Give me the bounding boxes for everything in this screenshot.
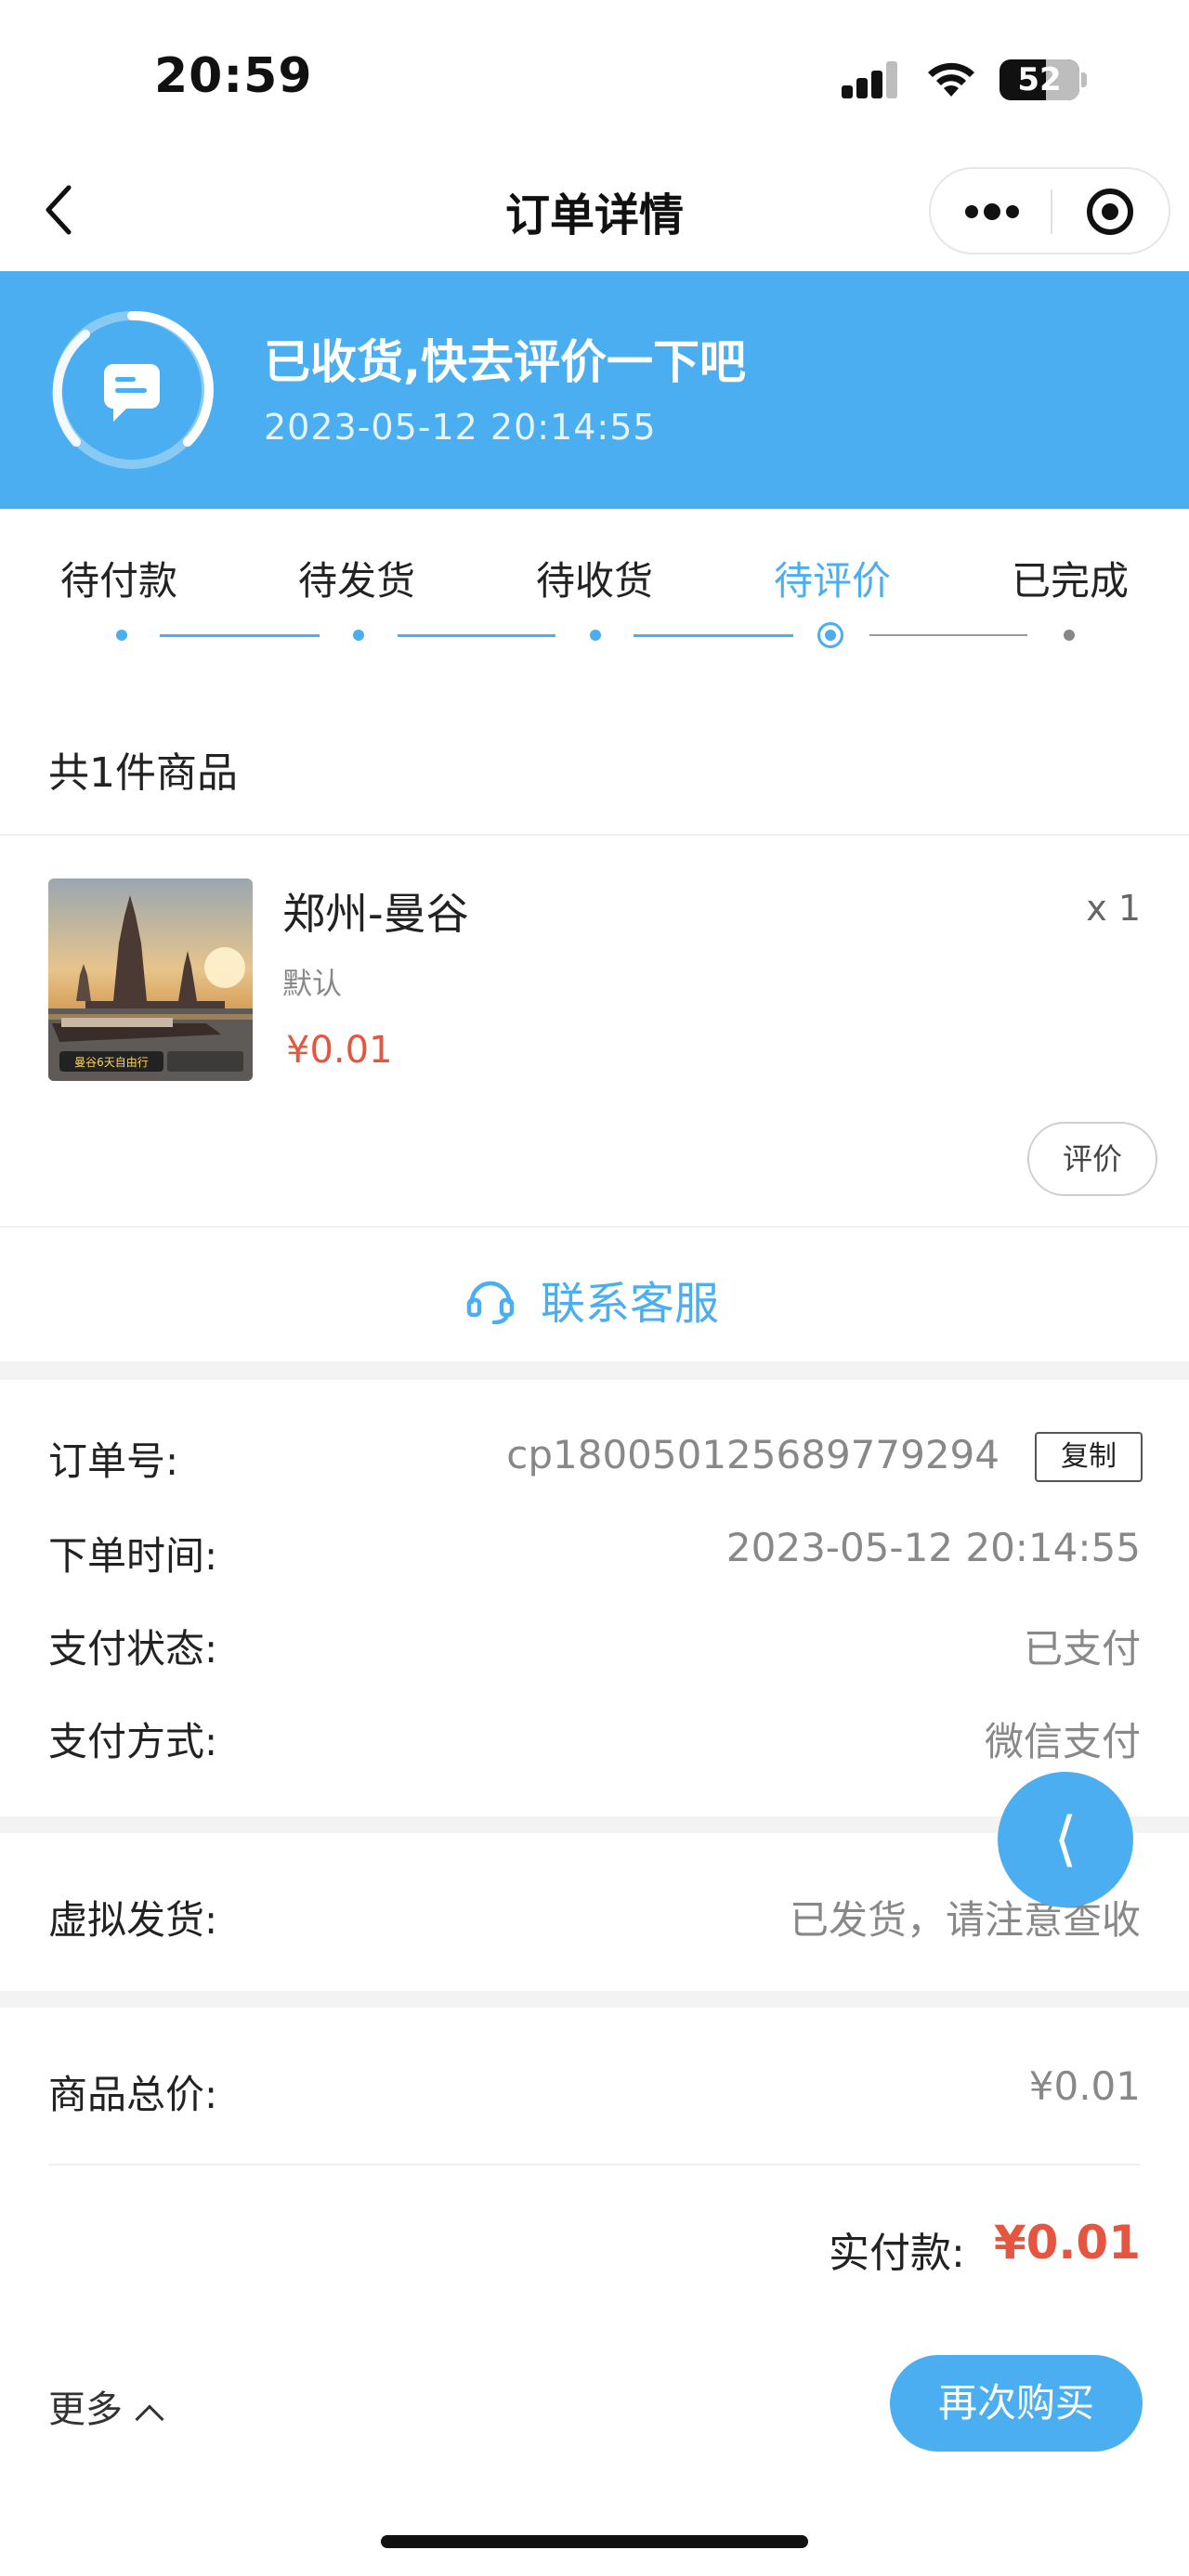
step-dot-current — [817, 622, 843, 648]
battery-level: 52 — [1017, 61, 1062, 98]
goods-total-label: 商品总价: — [48, 2072, 218, 2117]
battery-cap — [1081, 72, 1087, 87]
more-dots-icon[interactable] — [931, 169, 1050, 253]
step-dot-pending — [1064, 630, 1075, 641]
step-label-pending-shipment: 待发货 — [297, 558, 415, 604]
cellular-signal-icon — [842, 61, 901, 98]
status-bar: 20:59 52 — [0, 0, 1189, 153]
virtual-delivery-label: 虚拟发货: — [48, 1897, 218, 1943]
buy-again-button[interactable]: 再次购买 — [890, 2355, 1143, 2452]
payment-status-value: 已支付 — [1023, 1626, 1141, 1672]
step-label-pending-payment: 待付款 — [59, 558, 177, 604]
section-gap — [0, 1361, 1189, 1380]
order-time-value: 2023-05-12 20:14:55 — [725, 1525, 1141, 1570]
step-label-pending-review: 待评价 — [773, 558, 891, 604]
step-label-pending-receipt: 待收货 — [535, 558, 653, 604]
section-gap — [0, 1991, 1189, 2008]
review-button[interactable]: 评价 — [1027, 1122, 1157, 1196]
goods-total-value: ¥0.01 — [1028, 2063, 1141, 2109]
divider — [0, 834, 1189, 836]
chevron-left-icon: ⟨ — [1053, 1805, 1078, 1874]
message-icon — [52, 310, 214, 469]
banner-title: 已收货,快去评价一下吧 — [264, 335, 746, 389]
payment-method-value: 微信支付 — [984, 1719, 1141, 1764]
order-time-label: 下单时间: — [48, 1533, 218, 1579]
step-line — [634, 634, 793, 637]
product-image-caption: 曼谷6天自由行 — [74, 1056, 149, 1069]
step-dot — [590, 630, 601, 641]
step-line — [398, 634, 555, 637]
floating-back-button[interactable]: ⟨ — [998, 1772, 1133, 1907]
banner-time: 2023-05-12 20:14:55 — [264, 407, 657, 448]
product-image[interactable]: 曼谷6天自由行 — [48, 878, 253, 1081]
order-status-banner: 已收货,快去评价一下吧 2023-05-12 20:14:55 — [0, 271, 1189, 509]
step-dot — [116, 630, 127, 641]
step-line — [160, 634, 320, 637]
copy-order-number-button[interactable]: 复制 — [1035, 1432, 1143, 1482]
product-quantity: x 1 — [1086, 888, 1141, 929]
target-icon[interactable] — [1052, 169, 1171, 253]
step-dot — [353, 630, 364, 641]
items-count-header: 共1件商品 — [48, 749, 238, 797]
more-toggle[interactable]: 更多 — [48, 2379, 164, 2434]
more-label: 更多 — [48, 2388, 123, 2431]
payment-method-label: 支付方式: — [48, 1719, 218, 1764]
order-number-label: 订单号: — [48, 1438, 179, 1484]
order-progress-steps: 待付款 待发货 待收货 待评价 已完成 — [0, 509, 1189, 667]
wifi-icon — [928, 62, 974, 97]
paid-amount-value: ¥0.01 — [993, 2216, 1141, 2270]
divider — [48, 2164, 1141, 2166]
payment-status-label: 支付状态: — [48, 1626, 218, 1672]
battery-icon: 52 — [1000, 59, 1079, 100]
contact-service-label: 联系客服 — [541, 1278, 720, 1330]
order-number-value: cp180050125689779294 — [506, 1432, 1000, 1477]
chevron-up-icon — [135, 2404, 164, 2434]
step-label-completed: 已完成 — [1011, 558, 1129, 604]
product-name[interactable]: 郑州-曼谷 — [282, 880, 469, 942]
step-line-pending — [869, 634, 1027, 636]
product-variant: 默认 — [282, 966, 343, 1001]
headset-icon — [466, 1281, 515, 1324]
status-time: 20:59 — [154, 48, 313, 104]
home-indicator — [381, 2535, 808, 2548]
mini-program-capsule — [929, 167, 1170, 254]
paid-amount-label: 实付款: — [829, 2230, 965, 2277]
contact-service-button[interactable]: 联系客服 — [0, 1228, 1189, 1363]
product-price: ¥0.01 — [286, 1029, 393, 1072]
